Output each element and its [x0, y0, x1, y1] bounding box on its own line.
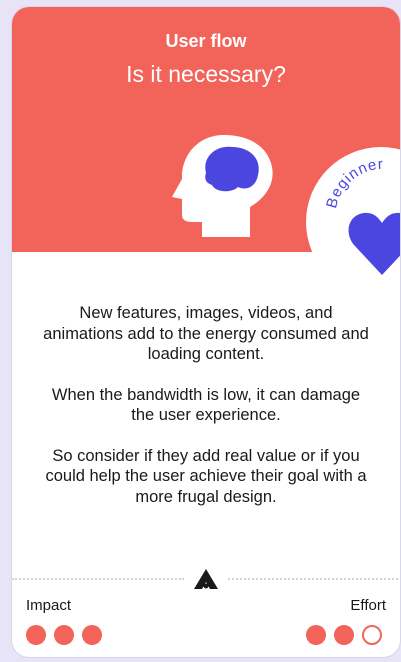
effort-dot [306, 625, 326, 645]
brand-logo-icon [194, 569, 218, 589]
description-paragraph: So consider if they add real value or if… [45, 446, 367, 506]
impact-label: Impact [26, 597, 72, 614]
heart-icon [348, 212, 400, 275]
effort-dot-empty [362, 625, 382, 645]
impact-dot [54, 625, 74, 645]
effort-dot [334, 625, 354, 645]
level-badge: Beginner [306, 147, 400, 297]
card-description: New features, images, videos, and animat… [40, 303, 372, 527]
description-paragraph: When the bandwidth is low, it can damage… [51, 385, 361, 425]
badge-label: Beginner [323, 156, 384, 210]
divider [12, 569, 400, 589]
card-category: User flow [165, 31, 247, 51]
card: User flow Is it necessary? Beginner New … [11, 6, 401, 658]
dotted-line-left [12, 578, 184, 580]
description-paragraph: New features, images, videos, and animat… [43, 304, 369, 363]
dotted-line-right [228, 578, 400, 580]
head-brain-icon [172, 135, 273, 237]
impact-dot [82, 625, 102, 645]
effort-label: Effort [350, 597, 386, 614]
impact-dot [26, 625, 46, 645]
card-title: Is it necessary? [126, 61, 286, 87]
